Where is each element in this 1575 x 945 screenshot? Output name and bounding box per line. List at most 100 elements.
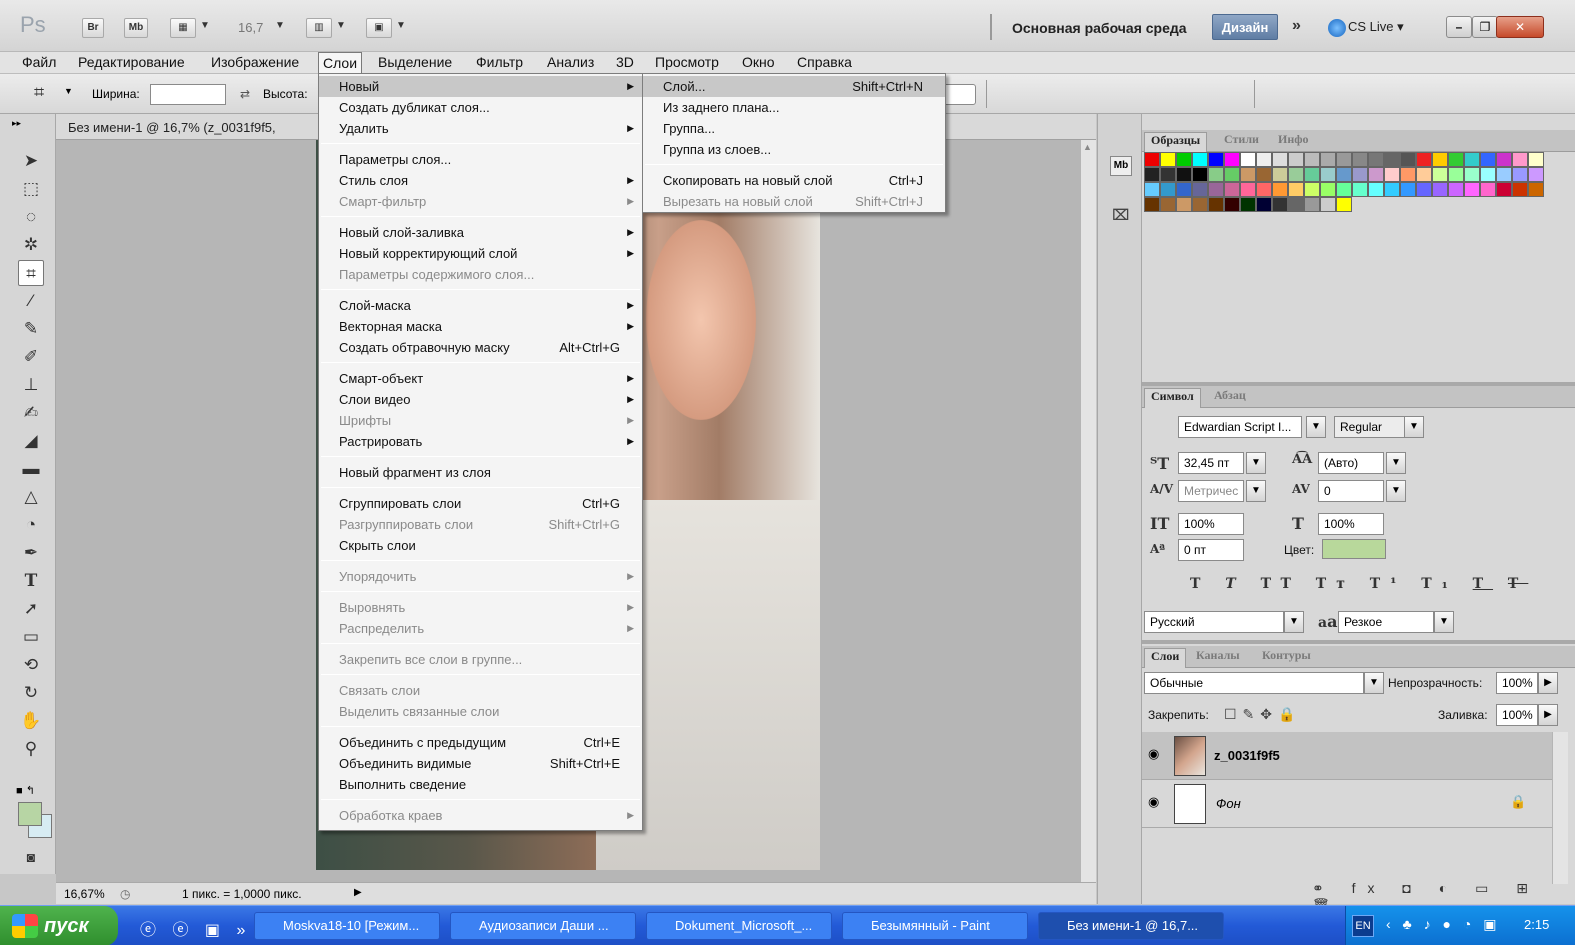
color-swatch[interactable] [1512, 182, 1528, 197]
color-swatch[interactable] [1512, 152, 1528, 167]
color-swatch[interactable] [1144, 182, 1160, 197]
layers-menu-item[interactable]: Объединить видимые Shift+Ctrl+E [319, 753, 642, 774]
zoom-level[interactable]: 16,7 [238, 20, 263, 35]
quick-launch-icons[interactable]: ⓔ ⓔ ▣ » [140, 916, 251, 940]
vertical-scale-input[interactable]: 100% [1178, 513, 1244, 535]
blend-mode-select[interactable]: Обычные [1144, 672, 1364, 694]
foreground-color-swatch[interactable] [18, 802, 42, 826]
color-swatch[interactable] [1496, 152, 1512, 167]
color-swatch[interactable] [1448, 167, 1464, 182]
color-swatch[interactable] [1432, 167, 1448, 182]
menu-layers[interactable]: Слои [318, 52, 363, 74]
color-swatch[interactable] [1464, 167, 1480, 182]
color-swatch[interactable] [1416, 152, 1432, 167]
color-swatch[interactable] [1288, 167, 1304, 182]
color-swatch[interactable] [1144, 197, 1160, 212]
leading-input[interactable]: (Авто) [1318, 452, 1384, 474]
color-swatch[interactable] [1176, 167, 1192, 182]
layers-menu-item[interactable]: Шрифты ▶ [319, 410, 642, 431]
chevron-down-icon[interactable]: ▼ [336, 20, 346, 31]
color-swatch[interactable] [1240, 197, 1256, 212]
layers-menu-item[interactable]: Параметры слоя... [319, 149, 642, 170]
menu-window[interactable]: Окно [738, 52, 779, 74]
design-workspace-button[interactable]: Дизайн [1212, 14, 1278, 40]
menu-3d[interactable]: 3D [612, 52, 638, 74]
chevron-down-icon[interactable]: ▼ [1306, 416, 1326, 438]
new-submenu-item[interactable]: Вырезать на новый слой Shift+Ctrl+J [643, 191, 945, 212]
color-swatch[interactable] [1352, 167, 1368, 182]
marquee-tool-icon[interactable]: ⬚ [18, 176, 44, 202]
color-swatch[interactable] [1304, 182, 1320, 197]
color-swatch[interactable] [1400, 152, 1416, 167]
blur-tool-icon[interactable]: △ [18, 484, 44, 510]
color-swatch[interactable] [1432, 152, 1448, 167]
new-submenu-item[interactable]: Группа... [643, 118, 945, 139]
color-swatch[interactable] [1176, 152, 1192, 167]
color-swatch[interactable] [1240, 152, 1256, 167]
color-swatch[interactable] [1528, 167, 1544, 182]
clone-stamp-tool-icon[interactable]: ⊥ [18, 372, 44, 398]
pen-tool-icon[interactable]: ✒ [18, 540, 44, 566]
crop-icon[interactable]: ⌗ [34, 82, 44, 103]
color-swatch[interactable] [1208, 167, 1224, 182]
tab-paragraph[interactable]: Абзац [1208, 388, 1252, 408]
lock-icons[interactable]: ☐✎✥🔒 [1224, 706, 1301, 723]
color-swatch[interactable] [1272, 182, 1288, 197]
color-swatch[interactable] [1320, 167, 1336, 182]
layers-menu-item[interactable]: Слои видео ▶ [319, 389, 642, 410]
tab-channels[interactable]: Каналы [1190, 648, 1246, 668]
fill-slider-arrow[interactable]: ▶ [1538, 704, 1558, 726]
chevron-down-icon[interactable]: ▼ [1434, 611, 1454, 633]
color-swatch[interactable] [1464, 152, 1480, 167]
task-button-photoshop[interactable]: Без имени-1 @ 16,7... [1038, 912, 1224, 940]
color-swatch[interactable] [1144, 167, 1160, 182]
chevron-down-icon[interactable]: ▼ [1386, 480, 1406, 502]
layer-name[interactable]: Фон [1216, 796, 1241, 811]
history-brush-tool-icon[interactable]: ✍ [18, 400, 44, 426]
color-swatch[interactable] [1480, 167, 1496, 182]
color-swatch[interactable] [1320, 182, 1336, 197]
color-swatch[interactable] [1304, 152, 1320, 167]
anti-alias-select[interactable]: Резкое [1338, 611, 1434, 633]
color-swatch[interactable] [1368, 182, 1384, 197]
tracking-input[interactable]: 0 [1318, 480, 1384, 502]
color-swatch[interactable] [1448, 182, 1464, 197]
3d-rotate-tool-icon[interactable]: ⟲ [18, 652, 44, 678]
text-color-swatch[interactable] [1322, 539, 1386, 559]
color-swatch[interactable] [1368, 167, 1384, 182]
screen-mode-button[interactable]: ▣ [366, 18, 392, 38]
tab-info[interactable]: Инфо [1272, 132, 1315, 152]
new-submenu-item[interactable]: Скопировать на новый слой Ctrl+J [643, 170, 945, 191]
chevron-down-icon[interactable]: ▼ [1246, 480, 1266, 502]
font-size-input[interactable]: 32,45 пт [1178, 452, 1244, 474]
layers-menu-item[interactable]: Выровнять ▶ [319, 597, 642, 618]
color-swatch[interactable] [1288, 182, 1304, 197]
fill-input[interactable]: 100% [1496, 704, 1538, 726]
color-swatch[interactable] [1304, 197, 1320, 212]
healing-brush-tool-icon[interactable]: ✎ [18, 316, 44, 342]
color-swatch[interactable] [1160, 197, 1176, 212]
cs-live-button[interactable]: CS Live ▾ [1348, 19, 1404, 35]
gradient-tool-icon[interactable]: ▬ [18, 456, 44, 482]
color-swatch[interactable] [1160, 167, 1176, 182]
new-submenu-item[interactable]: Слой... Shift+Ctrl+N [643, 76, 945, 97]
language-select[interactable]: Русский [1144, 611, 1284, 633]
dodge-tool-icon[interactable]: ◔ [18, 512, 44, 538]
color-swatch[interactable] [1192, 182, 1208, 197]
layers-menu-item[interactable]: Выделить связанные слои [319, 701, 642, 722]
zoom-tool-icon[interactable]: ⚲ [18, 736, 44, 762]
opacity-input[interactable]: 100% [1496, 672, 1538, 694]
faux-style-buttons[interactable]: T T TT Tт T¹ T₁ T T [1190, 576, 1528, 592]
eye-icon[interactable]: ◉ [1148, 794, 1159, 810]
arrange-documents-button[interactable]: ▥ [306, 18, 332, 38]
color-swatch[interactable] [1192, 152, 1208, 167]
eyedropper-tool-icon[interactable]: ⁄ [18, 288, 44, 314]
color-swatch[interactable] [1240, 182, 1256, 197]
color-swatch[interactable] [1464, 182, 1480, 197]
color-swatch[interactable] [1384, 152, 1400, 167]
layers-menu-item[interactable]: Разгруппировать слои Shift+Ctrl+G [319, 514, 642, 535]
color-swatch[interactable] [1384, 182, 1400, 197]
layer-row[interactable]: ◉ Фон 🔒 [1142, 780, 1560, 828]
swatch-grid[interactable] [1144, 152, 1544, 228]
layers-menu-item[interactable]: Новый фрагмент из слоя [319, 462, 642, 483]
